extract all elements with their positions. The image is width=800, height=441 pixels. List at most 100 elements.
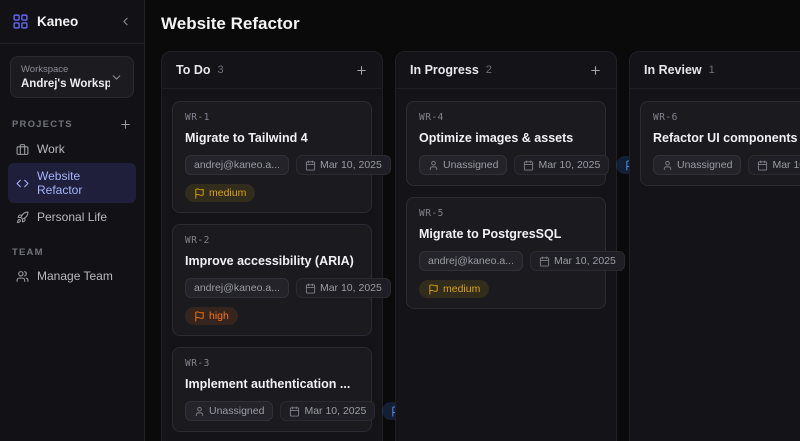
add-project-button[interactable] xyxy=(119,118,132,131)
projects-nav: Work Website Refactor Personal Life xyxy=(0,135,144,231)
task-meta: UnassignedMar 10, 2025low xyxy=(185,401,359,421)
due-date-label: Mar 10, 2025 xyxy=(538,159,600,171)
sidebar-item-label: Work xyxy=(37,142,65,156)
task-id: WR-5 xyxy=(419,208,593,219)
due-date-label: Mar 10, 2025 xyxy=(554,255,616,267)
task-id: WR-2 xyxy=(185,235,359,246)
due-date-chip: Mar 10, 2025 xyxy=(514,155,609,175)
chevron-down-icon xyxy=(110,71,123,84)
task-id: WR-1 xyxy=(185,112,359,123)
assignee-label: andrej@kaneo.a... xyxy=(194,159,280,171)
task-card-wr-2[interactable]: WR-2Improve accessibility (ARIA)andrej@k… xyxy=(172,224,372,336)
sidebar-item-work[interactable]: Work xyxy=(8,136,136,162)
priority-badge-high: high xyxy=(185,307,238,325)
sidebar-item-label: Manage Team xyxy=(37,269,113,283)
calendar-icon xyxy=(757,160,768,171)
team-section-header: TEAM xyxy=(12,247,132,258)
due-date-chip: Mar 10, 2025 xyxy=(296,278,391,298)
priority-label: medium xyxy=(209,187,246,199)
task-card-wr-5[interactable]: WR-5 Migrate to PostgresSQL andrej@kaneo.a… xyxy=(406,197,606,309)
priority-row: high xyxy=(185,307,359,325)
task-title: Migrate to Tailwind 4 xyxy=(185,131,359,145)
card-list: WR-4Optimize images & assetsUnassignedMa… xyxy=(396,89,616,321)
assignee-label: andrej@kaneo.a... xyxy=(428,255,514,267)
task-meta: UnassignedMar 10, 2025low xyxy=(419,155,593,175)
board-column-to-do: To Do 3 WR-1 Migrate to Tailwind 4 andrej@ka… xyxy=(161,51,383,441)
calendar-icon xyxy=(289,406,300,417)
assignee-label: Unassigned xyxy=(443,159,498,171)
task-title: Implement authentication ... xyxy=(185,377,359,391)
priority-badge-medium: medium xyxy=(419,280,489,298)
calendar-icon xyxy=(539,256,550,267)
sidebar-item-manage-team[interactable]: Manage Team xyxy=(8,263,136,289)
column-name: In Review xyxy=(644,63,702,77)
task-meta: andrej@kaneo.a...Mar 10, 2025 xyxy=(419,251,593,271)
card-list: WR-1 Migrate to Tailwind 4 andrej@kaneo.a.… xyxy=(162,89,382,441)
task-id: WR-6 xyxy=(653,112,800,123)
sidebar-item-label: Personal Life xyxy=(37,210,107,224)
page-title: Website Refactor xyxy=(161,14,800,34)
task-title: Refactor UI components xyxy=(653,131,800,145)
calendar-icon xyxy=(305,160,316,171)
sidebar-collapse-button[interactable] xyxy=(119,15,132,28)
kanban-board: To Do 3 WR-1 Migrate to Tailwind 4 andrej@ka… xyxy=(161,51,800,441)
user-icon xyxy=(428,160,439,171)
column-name: To Do xyxy=(176,63,210,77)
sidebar-item-label: Website Refactor xyxy=(37,169,128,197)
assignee-chip: andrej@kaneo.a... xyxy=(185,278,289,298)
board-column-in-progress: In Progress2 WR-4 Optimize images & assets… xyxy=(395,51,617,441)
priority-label: medium xyxy=(443,283,480,295)
assignee-chip: Unassigned xyxy=(185,401,273,421)
kaneo-logo-icon xyxy=(12,13,29,30)
projects-section-header: PROJECTS xyxy=(12,118,132,131)
task-title: Migrate to PostgresSQL xyxy=(419,227,593,241)
due-date-chip: Mar 10, 2025 xyxy=(530,251,625,271)
column-count: 2 xyxy=(486,64,492,76)
assignee-chip: Unassigned xyxy=(653,155,741,175)
add-card-button[interactable] xyxy=(589,64,602,77)
assignee-chip: andrej@kaneo.a... xyxy=(419,251,523,271)
due-date-label: Mar 10, 2025 xyxy=(320,159,382,171)
sidebar-header: Kaneo xyxy=(0,0,144,44)
task-card-wr-4[interactable]: WR-4Optimize images & assetsUnassignedMa… xyxy=(406,101,606,186)
team-nav: Manage Team xyxy=(0,262,144,290)
task-meta: andrej@kaneo.a...Mar 10, 2025 xyxy=(185,155,359,175)
due-date-chip: Mar 10, 2025 xyxy=(280,401,375,421)
assignee-label: andrej@kaneo.a... xyxy=(194,282,280,294)
card-list: WR-6Refactor UI componentsUnassignedMar … xyxy=(630,89,800,198)
task-title: Optimize images & assets xyxy=(419,131,593,145)
sidebar-item-website-refactor[interactable]: Website Refactor xyxy=(8,163,136,203)
task-card-wr-6[interactable]: WR-6Refactor UI componentsUnassignedMar … xyxy=(640,101,800,186)
projects-header-label: PROJECTS xyxy=(12,119,119,130)
main-content: Website Refactor To Do 3 WR-1 Migrate to Ta… xyxy=(145,0,800,441)
column-header: To Do 3 xyxy=(162,52,382,89)
calendar-icon xyxy=(305,283,316,294)
column-header: In Progress2 xyxy=(396,52,616,89)
priority-badge-medium: medium xyxy=(185,184,255,202)
column-count: 3 xyxy=(217,64,223,76)
task-card-wr-1[interactable]: WR-1 Migrate to Tailwind 4 andrej@kaneo.a.… xyxy=(172,101,372,213)
team-header-label: TEAM xyxy=(12,247,132,258)
priority-row: medium xyxy=(185,184,359,202)
priority-label: high xyxy=(209,310,229,322)
task-id: WR-3 xyxy=(185,358,359,369)
priority-row: medium xyxy=(419,280,593,298)
due-date-label: Mar 10, 2025 xyxy=(304,405,366,417)
user-icon xyxy=(662,160,673,171)
due-date-chip: Mar 10, 2025 xyxy=(296,155,391,175)
user-icon xyxy=(194,406,205,417)
sidebar-item-personal-life[interactable]: Personal Life xyxy=(8,204,136,230)
add-card-button[interactable] xyxy=(355,64,368,77)
flag-icon xyxy=(194,188,205,199)
assignee-chip: andrej@kaneo.a... xyxy=(185,155,289,175)
calendar-icon xyxy=(523,160,534,171)
column-header: In Review1 xyxy=(630,52,800,89)
task-id: WR-4 xyxy=(419,112,593,123)
task-card-wr-3[interactable]: WR-3 Implement authentication ... Unassign… xyxy=(172,347,372,432)
flag-icon xyxy=(428,284,439,295)
workspace-selector[interactable]: Workspace Andrej's Workspace xyxy=(10,56,134,98)
workspace-label: Workspace xyxy=(21,64,110,75)
workspace-value: Andrej's Workspace xyxy=(21,78,110,90)
assignee-label: Unassigned xyxy=(677,159,732,171)
briefcase-icon xyxy=(16,143,29,156)
